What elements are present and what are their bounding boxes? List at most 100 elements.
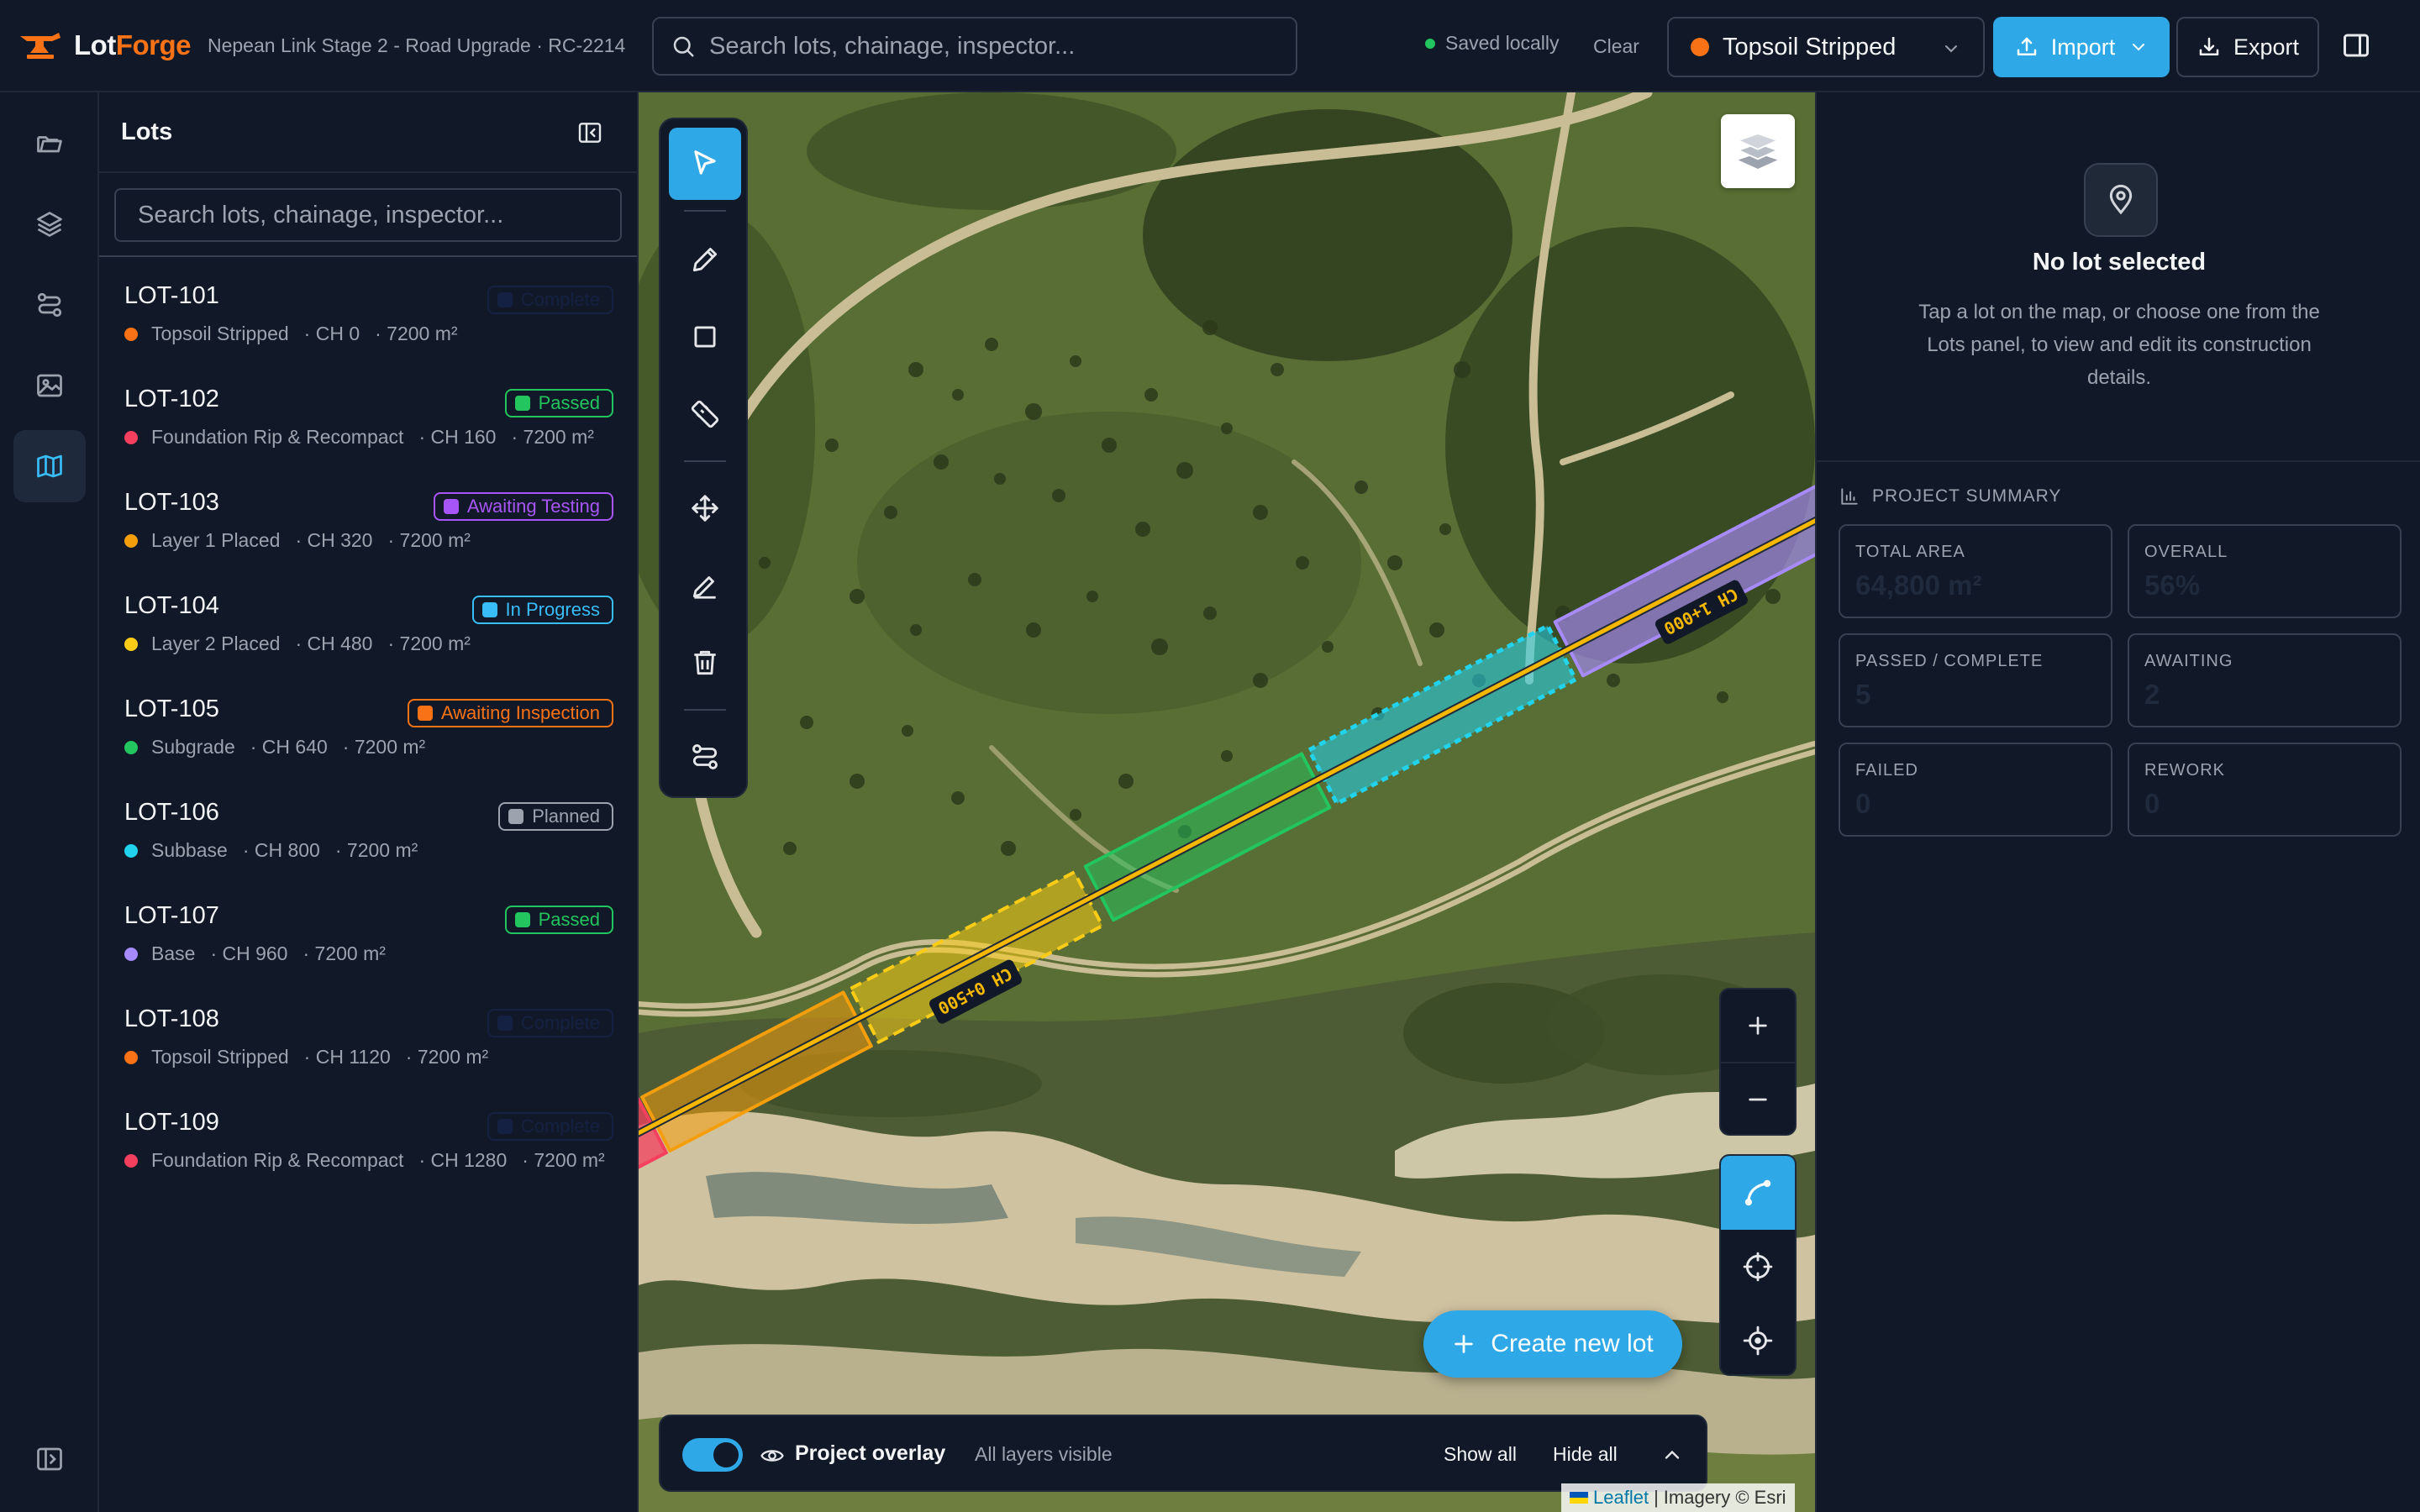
lot-chainage: · CH 1120 — [303, 1046, 391, 1068]
app-logo[interactable]: LotForge — [18, 29, 191, 61]
map-nav-controls — [1719, 1154, 1797, 1376]
edit-tool[interactable] — [669, 549, 741, 622]
zoom-in-button[interactable] — [1721, 990, 1795, 1062]
satellite-map[interactable]: CH 1+000 CH 0+500 — [639, 92, 1815, 1512]
lot-id: LOT-109 — [124, 1109, 219, 1136]
chevron-up-icon[interactable] — [1660, 1443, 1684, 1467]
lot-list-item[interactable]: LOT-101 Complete Topsoil Stripped · CH 0 · 7… — [99, 267, 637, 371]
crosshair-icon — [1743, 1252, 1773, 1282]
lots-search[interactable] — [114, 188, 622, 242]
rail-layers[interactable] — [13, 188, 86, 260]
lot-list-item[interactable]: LOT-106 Planned Subbase · CH 800 · 7200 m² — [99, 784, 637, 888]
move-icon — [692, 495, 718, 522]
lot-list-item[interactable]: LOT-109 Complete Foundation Rip & Recompac… — [99, 1094, 637, 1198]
lots-header: Lots — [99, 92, 637, 173]
empty-state-description: Tap a lot on the map, or choose one from… — [1918, 301, 2320, 389]
create-lot-button[interactable]: Create new lot — [1423, 1310, 1682, 1378]
follow-alignment-button[interactable] — [1721, 1156, 1795, 1230]
stage-color-dot — [1691, 38, 1709, 56]
empty-state-title: No lot selected — [2032, 249, 2207, 276]
basemap-layers-button[interactable] — [1721, 114, 1795, 188]
status-icon — [497, 292, 513, 307]
recenter-button[interactable] — [1721, 1230, 1795, 1304]
lot-list-item[interactable]: LOT-103 Awaiting Testing Layer 1 Placed · C… — [99, 474, 637, 578]
show-all-button[interactable]: Show all — [1444, 1443, 1517, 1466]
lots-search-input[interactable] — [138, 201, 584, 229]
save-status: Saved locally — [1425, 32, 1560, 55]
image-icon — [37, 374, 62, 397]
route-icon — [692, 744, 718, 769]
lot-meta: Foundation Rip & Recompact · CH 160 · 7200… — [124, 426, 594, 449]
lot-id: LOT-102 — [124, 386, 219, 412]
lot-list-item[interactable]: LOT-108 Complete Topsoil Stripped · CH 1120… — [99, 990, 637, 1095]
global-search-input[interactable] — [709, 32, 1272, 60]
status-badge: Passed — [504, 389, 613, 417]
lot-area: · 7200 m² — [405, 1046, 489, 1068]
select-tool[interactable] — [669, 128, 741, 200]
rail-expand[interactable] — [13, 1423, 86, 1495]
stage-select[interactable]: Topsoil Stripped — [1667, 17, 1985, 77]
brand-name-first: Lot — [74, 29, 116, 60]
stat-rework: REWORK 0 — [2128, 743, 2402, 837]
zoom-controls — [1719, 988, 1797, 1136]
lot-meta: Foundation Rip & Recompact · CH 1280 · 720… — [124, 1149, 605, 1172]
measure-tool[interactable] — [669, 378, 741, 450]
rail-routes[interactable] — [13, 269, 86, 341]
layers-icon — [1736, 133, 1780, 169]
clear-button[interactable]: Clear — [1580, 22, 1653, 71]
trash-icon — [694, 650, 716, 675]
lot-meta: Subgrade · CH 640 · 7200 m² — [124, 736, 425, 759]
hide-all-button[interactable]: Hide all — [1553, 1443, 1618, 1466]
draw-rectangle-tool[interactable] — [669, 301, 741, 373]
lot-list-item[interactable]: LOT-104 In Progress Layer 2 Placed · CH 480… — [99, 577, 637, 681]
leaflet-link[interactable]: Leaflet — [1593, 1487, 1649, 1509]
plus-icon — [1455, 1335, 1474, 1353]
overlay-toggle[interactable] — [682, 1438, 743, 1472]
status-icon — [443, 499, 459, 514]
status-icon — [417, 706, 433, 721]
expand-panel-icon — [37, 1447, 62, 1471]
stat-awaiting: AWAITING 2 — [2128, 633, 2402, 727]
download-icon — [2199, 37, 2219, 55]
lot-list-item[interactable]: LOT-105 Awaiting Inspection Subgrade · CH 6… — [99, 680, 637, 785]
move-tool[interactable] — [669, 472, 741, 544]
status-badge: Complete — [487, 286, 613, 314]
lot-area: · 7200 m² — [522, 1149, 605, 1171]
global-search[interactable] — [652, 17, 1297, 76]
draw-polygon-tool[interactable] — [669, 223, 741, 296]
layer-color-dot — [124, 843, 138, 858]
project-name: Nepean Link Stage 2 - Road Upgrade · RC-… — [207, 34, 626, 56]
toggle-right-panel-icon[interactable] — [2341, 30, 2371, 60]
collapse-panel-icon[interactable] — [576, 119, 603, 146]
lot-id: LOT-101 — [124, 282, 219, 309]
upload-icon — [2017, 37, 2036, 55]
lot-layer: Layer 2 Placed — [151, 633, 281, 654]
lot-chainage: · CH 1280 — [418, 1149, 508, 1171]
status-text: Awaiting Testing — [466, 496, 600, 517]
lot-list-item[interactable]: LOT-102 Passed Foundation Rip & Recompact ·… — [99, 370, 637, 475]
lot-chainage: · CH 480 — [295, 633, 373, 654]
lot-layer: Layer 1 Placed — [151, 529, 281, 551]
map-view[interactable]: CH 1+000 CH 0+500 Create new lot Project… — [639, 92, 1815, 1512]
summary-heading-text: PROJECT SUMMARY — [1872, 486, 2062, 506]
lot-layer: Foundation Rip & Recompact — [151, 426, 404, 448]
zoom-out-button[interactable] — [1721, 1063, 1795, 1136]
lot-area: · 7200 m² — [375, 323, 458, 344]
rail-map[interactable] — [13, 430, 86, 502]
status-text: Awaiting Inspection — [440, 702, 600, 723]
export-button[interactable]: Export — [2176, 17, 2319, 77]
route-tool[interactable] — [669, 721, 741, 793]
status-icon — [514, 396, 530, 411]
locate-me-button[interactable] — [1721, 1304, 1795, 1374]
lot-chainage: · CH 800 — [242, 839, 320, 861]
lot-list-item[interactable]: LOT-107 Passed Base · CH 960 · 7200 m² — [99, 887, 637, 991]
layer-color-dot — [124, 947, 138, 961]
delete-tool[interactable] — [669, 627, 741, 699]
rail-photos[interactable] — [13, 349, 86, 422]
lot-layer: Subgrade — [151, 736, 235, 758]
import-button[interactable]: Import — [1993, 17, 2170, 77]
status-text: Complete — [520, 1116, 600, 1137]
summary-heading: PROJECT SUMMARY — [1839, 486, 2061, 507]
rail-projects[interactable] — [13, 108, 86, 180]
brand-name-second: Forge — [115, 29, 192, 60]
